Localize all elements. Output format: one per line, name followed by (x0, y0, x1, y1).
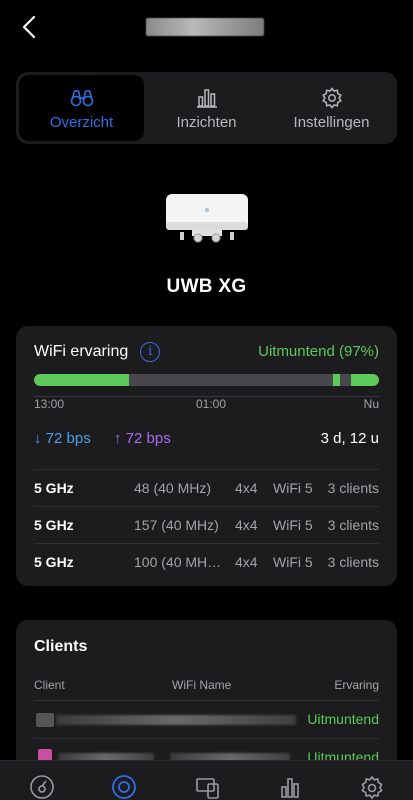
bar-chart-icon (196, 88, 217, 108)
settings-gear-icon[interactable] (358, 773, 386, 800)
timeline-segment-good (333, 374, 340, 386)
clients-icon[interactable] (194, 773, 222, 800)
experience-timeline-bar[interactable] (34, 374, 379, 386)
tab-label: Overzicht (49, 113, 114, 131)
clients-table-header: Client WiFi Name Ervaring (34, 678, 379, 694)
radio-standard: WiFi 5 (273, 517, 313, 533)
radio-row[interactable]: 5 GHz 100 (40 MH… 4x4 WiFi 5 3 clients (34, 543, 379, 580)
radio-mimo: 4x4 (235, 480, 258, 496)
wifi-status: Uitmuntend (97%) (258, 343, 379, 360)
column-header: Ervaring (334, 678, 379, 692)
dashboard-icon[interactable] (28, 773, 56, 800)
gear-icon (321, 86, 342, 109)
device-image (164, 192, 250, 244)
client-experience: Uitmuntend (307, 711, 379, 727)
client-row[interactable]: Uitmuntend (34, 700, 379, 736)
radio-standard: WiFi 5 (273, 480, 313, 496)
radio-channel: 157 (40 MHz) (134, 517, 219, 533)
radio-band: 5 GHz (34, 517, 74, 533)
upload-value: 72 bps (125, 430, 171, 447)
download-rate: ↓ 72 bps (34, 430, 91, 447)
radio-band: 5 GHz (34, 554, 74, 570)
radio-mimo: 4x4 (235, 554, 258, 570)
radio-clients: 3 clients (327, 554, 379, 570)
tab-label: Instellingen (293, 113, 370, 131)
radio-band: 5 GHz (34, 480, 74, 496)
tab-label: Inzichten (176, 113, 237, 131)
timeline-labels: 13:00 01:00 Nu (34, 397, 379, 413)
time-label: 01:00 (196, 397, 227, 411)
tab-instellingen[interactable]: Instellingen (269, 75, 394, 141)
radio-clients: 3 clients (327, 517, 379, 533)
bar-chart-icon[interactable] (276, 773, 304, 800)
wifi-header: WiFi ervaring i (34, 342, 161, 362)
column-header: WiFi Name (172, 678, 232, 692)
tab-overzicht[interactable]: Overzicht (19, 75, 144, 141)
radio-standard: WiFi 5 (273, 554, 313, 570)
throughput-row: ↓ 72 bps ↑ 72 bps 3 d, 12 u (34, 430, 379, 450)
time-label: Nu (363, 397, 379, 411)
radio-row[interactable]: 5 GHz 157 (40 MHz) 4x4 WiFi 5 3 clients (34, 506, 379, 543)
uptime: 3 d, 12 u (320, 430, 379, 447)
device-name: UWB XG (166, 276, 247, 297)
redacted-title (146, 18, 264, 36)
back-chevron-icon[interactable] (18, 14, 42, 40)
top-bar (0, 0, 413, 56)
upload-rate: ↑ 72 bps (114, 430, 171, 447)
timeline-segment-good (34, 374, 129, 386)
client-device-icon (36, 713, 54, 727)
column-header: Client (34, 678, 65, 692)
bottom-tab-bar (0, 760, 413, 800)
wifi-experience-card[interactable]: WiFi ervaring i Uitmuntend (97%) 13:00 0… (16, 326, 397, 586)
wifi-title: WiFi ervaring (34, 343, 129, 360)
section-tabs: Overzicht Inzichten Instellingen (16, 72, 397, 144)
timeline-segment-good (351, 374, 379, 386)
time-label: 13:00 (34, 397, 65, 411)
redacted-client-name (56, 715, 296, 725)
radio-clients: 3 clients (327, 480, 379, 496)
info-icon[interactable]: i (140, 342, 161, 362)
clients-title: Clients (34, 638, 88, 655)
download-value: 72 bps (45, 430, 91, 447)
binoculars-icon (70, 89, 93, 106)
radio-mimo: 4x4 (235, 517, 258, 533)
devices-icon[interactable] (110, 773, 138, 800)
tab-inzichten[interactable]: Inzichten (144, 75, 269, 141)
radio-channel: 100 (40 MH… (134, 554, 222, 570)
radio-channel: 48 (40 MHz) (134, 480, 212, 496)
radio-row[interactable]: 5 GHz 48 (40 MHz) 4x4 WiFi 5 3 clients (34, 469, 379, 506)
